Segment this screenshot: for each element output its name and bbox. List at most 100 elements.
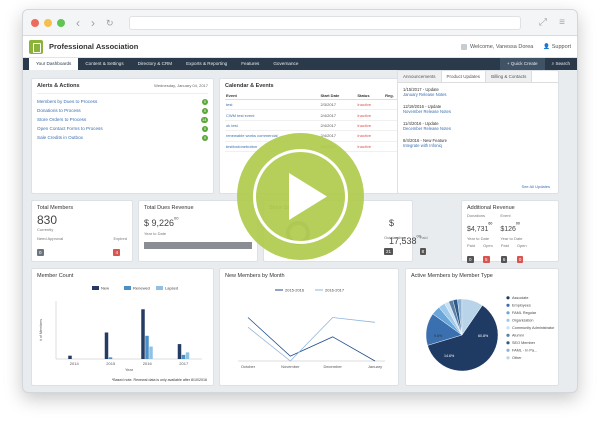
event-name[interactable]: test [225, 99, 320, 111]
legend-label: Organization [512, 319, 534, 323]
member-count-chart: New Renewed Lapsed 2014 2015 2016 2017 Year # of… [39, 286, 202, 372]
back-icon[interactable]: ‹ [76, 17, 80, 29]
bar [104, 332, 109, 359]
bar [181, 354, 186, 359]
tab-product-updates[interactable]: Product Updates [441, 71, 487, 82]
x-tick-label: 2014 [70, 361, 80, 366]
legend-swatch [506, 311, 510, 315]
address-bar[interactable] [128, 15, 521, 30]
stat-value[interactable]: 0 [37, 249, 44, 256]
event-status: Inactive [356, 109, 385, 121]
expand-icon[interactable]: ⤢ [536, 17, 550, 28]
table-row[interactable]: CWM test event 2/4/2017 Inactive [225, 109, 403, 121]
alert-item[interactable]: Sale Credits in Outbox 0 [32, 133, 213, 142]
user-icon: 👤 [543, 43, 552, 50]
tab-billing-contacts[interactable]: Billing & Contacts [486, 71, 533, 82]
stat-block: Paid 0 [467, 243, 475, 266]
col-event[interactable]: Event [225, 91, 320, 100]
alerts-title: Alerts & Actions [37, 83, 80, 89]
member-count-panel: Member Count New Renewed Lapsed 2014 2015 201… [31, 268, 214, 386]
minimize-dot-icon[interactable] [44, 18, 52, 27]
x-tick-label: November [281, 364, 300, 369]
bar [68, 355, 72, 359]
quick-create-button[interactable]: + Quick Create [499, 58, 545, 70]
stat-value[interactable]: 0 [516, 256, 524, 263]
bar [141, 309, 145, 359]
stat-value[interactable]: 8 [419, 248, 427, 255]
alert-item[interactable]: Open Contact Forms to Process 0 [32, 124, 213, 133]
stat-value[interactable]: 0 [467, 256, 474, 263]
bar [108, 357, 113, 359]
total-members-panel: Total Members 830 Currently Need Approva… [31, 200, 133, 262]
alert-count-badge: 0 [202, 125, 208, 132]
stat-block: Paid 8 [419, 235, 428, 258]
see-all-updates-link[interactable]: See All Updates [522, 184, 550, 189]
legend-swatch [92, 286, 99, 290]
update-link[interactable]: Integrate with Infoniq [403, 143, 553, 148]
event-status: Inactive [356, 99, 385, 111]
stat-value[interactable]: 5 [483, 256, 490, 263]
alert-label: Sale Credits in Outbox [37, 135, 83, 140]
x-tick-label: 2016 [143, 361, 153, 366]
menu-exports-reporting[interactable]: Exports & Reporting [179, 58, 234, 70]
event-status: Inactive [356, 120, 385, 132]
alert-item[interactable]: Store Orders to Process 14 [32, 115, 213, 124]
menu-icon[interactable]: ≡ [555, 17, 569, 28]
maximize-dot-icon[interactable] [57, 18, 65, 27]
legend-label: Other [512, 356, 522, 360]
menu-directory-crm[interactable]: Directory & CRM [131, 58, 179, 70]
support-link[interactable]: 👤 Support [543, 44, 571, 50]
alert-item[interactable]: Donations to Process 0 [32, 106, 213, 115]
active-members-title: Active Members by Member Type [411, 273, 493, 279]
video-play-button[interactable] [237, 133, 364, 260]
menu-your-dashboards[interactable]: Your Dashboards [29, 58, 79, 70]
col-start-date[interactable]: Start Date [319, 91, 357, 100]
app-title: Professional Association [49, 42, 139, 51]
update-link[interactable]: November Release Notes [403, 109, 553, 114]
active-members-panel: Active Members by Member Type 60.8% 14.6%… [405, 268, 559, 386]
update-link[interactable]: December Release Notes [403, 126, 553, 131]
update-link[interactable]: January Release Notes [403, 92, 553, 97]
total-members-sub: Currently [37, 227, 54, 232]
revenue-value: $126 [500, 226, 516, 233]
app-header: Professional Association Welcome, Vaness… [23, 36, 577, 58]
alerts-panel: Alerts & Actions Wednesday, January 04, … [31, 78, 214, 194]
legend-label: FAML - In Pa... [512, 349, 537, 353]
table-row[interactable]: ok test 2/4/2017 Inactive [225, 120, 403, 132]
event-date: 2/4/2017 [319, 120, 357, 132]
close-dot-icon[interactable] [31, 18, 39, 27]
support-label: Support [551, 43, 571, 50]
table-row[interactable]: test 2/3/2017 Inactive [225, 99, 403, 111]
alert-count-badge: 0 [202, 107, 208, 114]
data-label: 9.6% [434, 334, 443, 338]
play-icon [289, 173, 327, 220]
new-members-chart: 2015-2016 2016-2017 October November Decembe… [238, 288, 385, 369]
search-button[interactable]: ⌕ Search [545, 58, 577, 70]
alert-item[interactable]: Members by Dues to Process 0 [32, 97, 213, 106]
stat-value[interactable]: 21 [384, 248, 394, 255]
menu-content-settings[interactable]: Content & Settings [78, 58, 130, 70]
menu-governance[interactable]: Governance [266, 58, 305, 70]
reload-icon[interactable]: ↻ [106, 17, 114, 29]
dues-value: $ 9,226 [144, 218, 175, 228]
stat-value[interactable]: 4 [113, 249, 120, 256]
tab-announcements[interactable]: Announcements [398, 71, 442, 82]
forward-icon[interactable]: › [91, 17, 95, 29]
user-menu[interactable]: Welcome, Vanessa Dorea [460, 43, 534, 50]
col-status[interactable]: Status [356, 91, 385, 100]
menu-features[interactable]: Features [234, 58, 266, 70]
revenue-col: Donations $4,73160 Year to Date [467, 213, 492, 241]
legend-swatch [506, 333, 510, 337]
stat-block: Outstanding 21 [384, 235, 406, 258]
legend-label: Lapsed [165, 286, 178, 291]
event-name[interactable]: CWM test event [225, 109, 320, 121]
alert-label: Members by Dues to Process [37, 99, 98, 104]
alert-label: Open Contact Forms to Process [37, 126, 103, 131]
dues-sub: Year to Date [144, 231, 167, 236]
search-label: Search [555, 61, 570, 66]
event-name[interactable]: ok test [225, 120, 320, 132]
stat-value[interactable]: 6 [500, 256, 508, 263]
revenue-line: $4,73160 [467, 218, 492, 236]
stat-label: Open [516, 243, 527, 248]
welcome-text: Welcome, Vanessa Dorea [469, 43, 534, 50]
